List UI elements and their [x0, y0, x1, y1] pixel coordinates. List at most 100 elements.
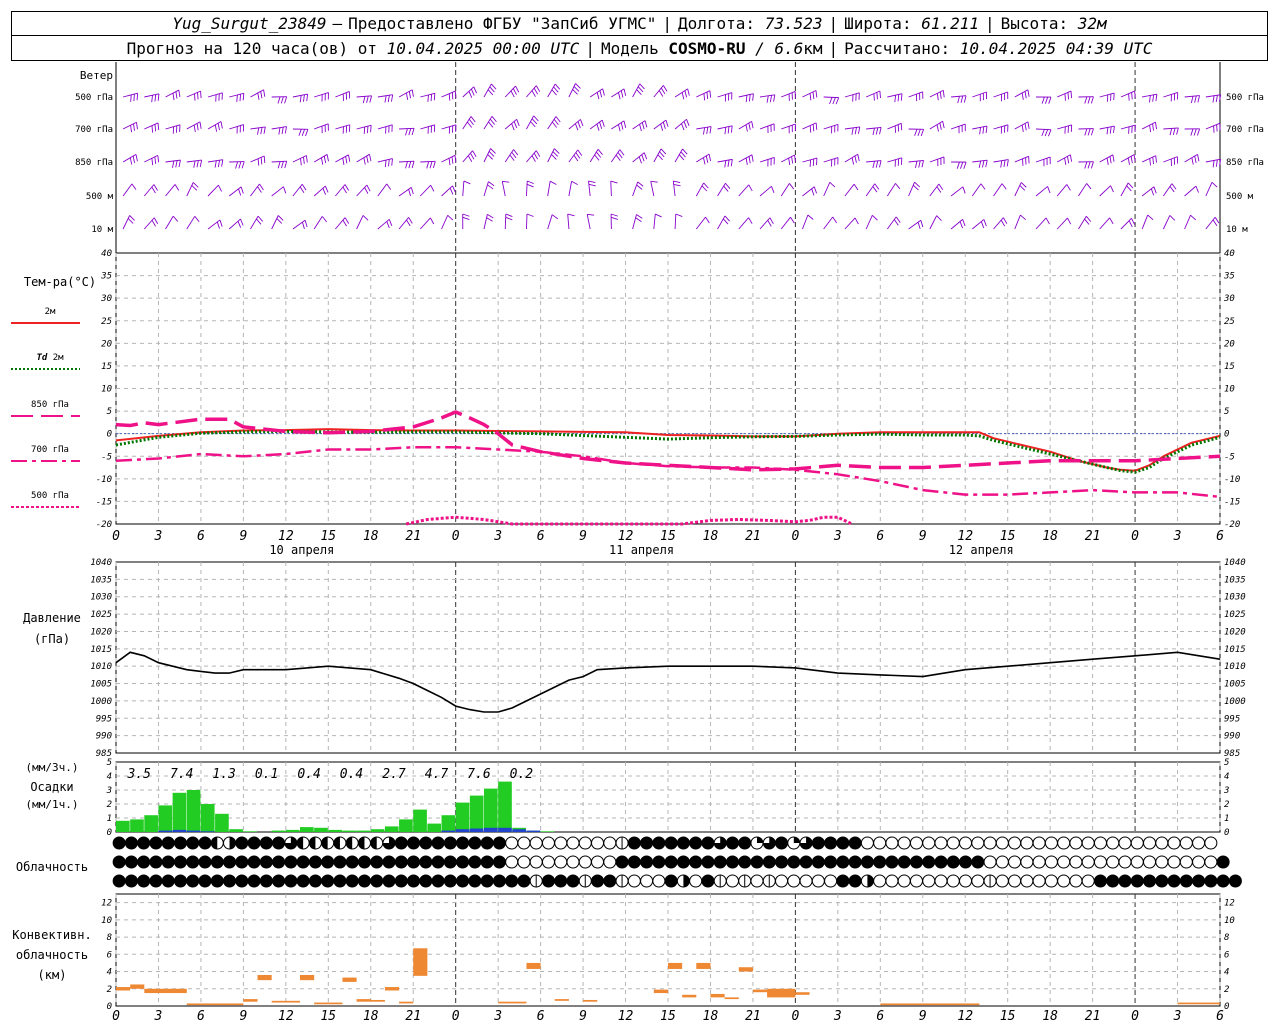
wind-barb	[483, 83, 492, 98]
wind-barb-flag	[703, 93, 706, 101]
cloud-symbol	[627, 836, 641, 850]
wind-barb-flag	[879, 160, 882, 168]
cloud-symbol-half	[867, 875, 874, 887]
wind-barb-flag	[306, 94, 309, 102]
temp-tick-label: 20	[1224, 339, 1235, 349]
wind-barb-flag	[1020, 182, 1027, 188]
wind-barb-flag	[573, 86, 580, 92]
wind-barb-flag	[588, 180, 596, 184]
wind-barb-flag	[1212, 219, 1218, 226]
temp-tick-label: 0	[107, 430, 112, 440]
wind-barb	[650, 181, 655, 197]
wind-barb-flag	[577, 121, 581, 129]
wind-barb	[207, 92, 223, 98]
wind-barb	[165, 215, 174, 230]
wind-barb-flag	[535, 85, 541, 92]
wind-barb-flag	[807, 214, 814, 220]
cloud-symbol	[652, 874, 666, 888]
legend-label-t500: 500 гПа	[31, 491, 69, 501]
wind-barb-flag	[513, 121, 518, 129]
wind-barb-flag	[130, 94, 132, 102]
wind-barb-flag	[301, 183, 307, 191]
wind-barb	[865, 183, 876, 197]
cloud-symbol	[149, 836, 163, 850]
cloud-symbol-half	[321, 837, 328, 849]
wind-barb-flag	[897, 94, 900, 102]
pressure-tick-label: 990	[96, 732, 112, 742]
precip-bar-precip3h	[215, 813, 229, 832]
precip-bar-precip1h	[469, 828, 484, 832]
wind-barb-flag	[745, 95, 748, 103]
x-tick-label: 3	[1173, 529, 1182, 544]
wind-barb-flag	[199, 121, 202, 129]
cloud-symbol	[1204, 836, 1218, 850]
cloud-symbol	[407, 874, 421, 888]
precip-bar-precip1h	[484, 827, 498, 832]
cloud-symbol	[1155, 855, 1169, 869]
x-tick-label: 3	[833, 1009, 842, 1024]
wind-barb-flag	[1149, 125, 1152, 133]
cloud-symbol-quarter	[757, 837, 763, 843]
wind-barb-flag	[216, 221, 220, 229]
wind-barb-flag	[472, 150, 477, 157]
wind-barb-flag	[533, 152, 539, 160]
precip-bar-precip3h	[285, 829, 300, 832]
wind-barb-flag	[172, 93, 175, 101]
cloud-symbol	[701, 874, 715, 888]
x-tick-label: 6	[876, 529, 884, 544]
cloud-symbol	[664, 874, 678, 888]
temp-tick-label: -15	[96, 497, 112, 507]
wind-barb-flag	[299, 186, 305, 193]
wind-barb-flag	[618, 124, 621, 132]
precip-total-label: 2.7	[382, 767, 406, 782]
wind-barb-flag	[172, 215, 179, 222]
wind-barb-flag	[135, 154, 138, 162]
x-tick-label: 18	[1042, 529, 1058, 544]
wind-barb-flag	[1110, 185, 1114, 193]
wind-barb-flag	[153, 217, 159, 225]
wind-barb-flag	[1024, 123, 1027, 131]
convective-tick-label: 8	[107, 933, 112, 943]
convective-bar	[668, 962, 683, 969]
wind-barb-flag	[610, 180, 618, 184]
wind-barb-flag	[487, 89, 494, 96]
wind-barb-flag	[1169, 186, 1175, 193]
wind-barb	[144, 93, 160, 98]
pressure-tick-label: 1025	[1224, 610, 1246, 620]
wind-barb-flag	[636, 214, 643, 219]
wind-barb-flag	[239, 94, 242, 102]
wind-barb-flag	[301, 129, 306, 136]
wind-barb	[420, 124, 435, 130]
wind-barb-flag	[1045, 217, 1050, 225]
wind-barb	[250, 183, 260, 197]
wind-barb-flag	[597, 148, 603, 155]
wind-barb-flag	[657, 154, 663, 161]
wind-barb-flag	[936, 186, 942, 193]
cloud-symbol	[1093, 855, 1107, 869]
cloud-symbol	[443, 874, 457, 888]
convective-bar	[300, 974, 315, 981]
wind-barb-flag	[284, 96, 288, 104]
wind-barb-flag	[468, 118, 474, 126]
wind-barb-flag	[366, 126, 369, 134]
wind-barb-flag	[1090, 128, 1094, 136]
cloud-symbol	[971, 855, 985, 869]
wind-barb-flag	[857, 154, 860, 162]
x-tick-label: 6	[537, 529, 545, 544]
convective-bar	[271, 1000, 300, 1003]
wind-barb-flag	[571, 180, 578, 186]
cloud-symbol	[210, 874, 224, 888]
convective-tick-label: 6	[1224, 950, 1229, 960]
x-tick-label: 15	[320, 529, 336, 544]
cloud-symbol	[836, 855, 850, 869]
wind-barb-flag	[432, 161, 436, 169]
cloud-symbol	[541, 874, 555, 888]
wind-barb-flag	[962, 186, 966, 194]
wind-barb-flag	[487, 154, 493, 160]
wind-barb	[399, 160, 415, 163]
cloud-symbol	[173, 836, 187, 850]
wind-barb-flag	[660, 87, 666, 95]
wind-barb	[993, 91, 1008, 98]
cloud-symbol	[738, 836, 752, 850]
x-tick-label: 3	[493, 1009, 502, 1024]
